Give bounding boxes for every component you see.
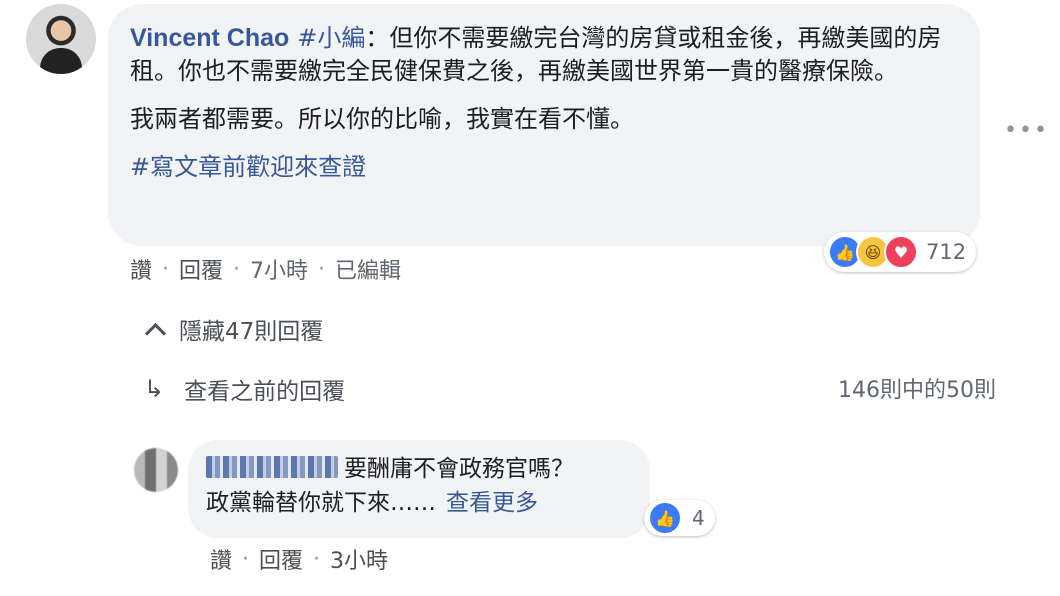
separator-dot: ·	[242, 546, 250, 572]
reply-text-line1: 要酬庸不會政務官嗎？	[344, 456, 574, 482]
like-button[interactable]: 讚	[130, 253, 152, 285]
comment-paragraph-2: 我兩者都需要。所以你的比喻，我實在看不懂。	[130, 105, 634, 133]
view-previous-label: 查看之前的回覆	[184, 379, 346, 405]
reply-author-link[interactable]	[206, 456, 338, 478]
comment-author-link[interactable]: Vincent Chao	[130, 24, 289, 52]
reply-author-avatar[interactable]	[134, 448, 178, 492]
edited-label[interactable]: 已編輯	[335, 253, 401, 285]
like-reaction-icon: 👍	[648, 501, 682, 535]
reply-timestamp[interactable]: 3小時	[330, 543, 388, 575]
separator-dot: ·	[233, 256, 241, 282]
more-options-icon[interactable]: •••	[1004, 118, 1049, 143]
hide-replies-label: 隱藏47則回覆	[179, 319, 324, 345]
separator-dot: ·	[162, 256, 170, 282]
reactions-summary[interactable]: 👍 😆 ♥ 712	[824, 232, 977, 272]
chevron-up-icon	[144, 322, 167, 344]
author-avatar[interactable]	[26, 4, 96, 74]
hide-replies-toggle[interactable]: 隱藏47則回覆	[144, 312, 324, 346]
reply-arrow-icon: ↳	[144, 375, 165, 403]
reply-reply-button[interactable]: 回覆	[259, 543, 303, 575]
reply-reactions-summary[interactable]: 👍 4	[644, 500, 715, 536]
comment-tag-link[interactable]: #小編	[297, 24, 365, 52]
reply-text-line2: 政黨輪替你就下來……	[206, 490, 436, 516]
separator-dot: ·	[313, 546, 321, 572]
reply-button[interactable]: 回覆	[179, 253, 223, 285]
reply-body: 要酬庸不會政務官嗎？ 政黨輪替你就下來…… 查看更多	[206, 452, 636, 520]
reply-like-button[interactable]: 讚	[210, 543, 232, 575]
hashtag-link[interactable]: #寫文章前歡迎來查證	[130, 151, 960, 184]
view-previous-replies[interactable]: ↳ 查看之前的回覆	[144, 372, 345, 406]
separator-dot: ·	[318, 256, 326, 282]
replies-count-indicator: 146則中的50則	[838, 378, 996, 403]
see-more-link[interactable]: 查看更多	[446, 490, 538, 516]
comment-body: Vincent Chao #小編：但你不需要繳完台灣的房貸或租金後，再繳美國的房租…	[130, 22, 960, 184]
reaction-count: 712	[926, 240, 967, 264]
reply-reaction-count: 4	[692, 506, 705, 530]
love-reaction-icon: ♥	[884, 235, 918, 269]
comment-actions: 讚 · 回覆 · 7小時 · 已編輯	[130, 253, 401, 285]
reply-actions: 讚 · 回覆 · 3小時	[210, 543, 388, 575]
comment-timestamp[interactable]: 7小時	[250, 253, 308, 285]
